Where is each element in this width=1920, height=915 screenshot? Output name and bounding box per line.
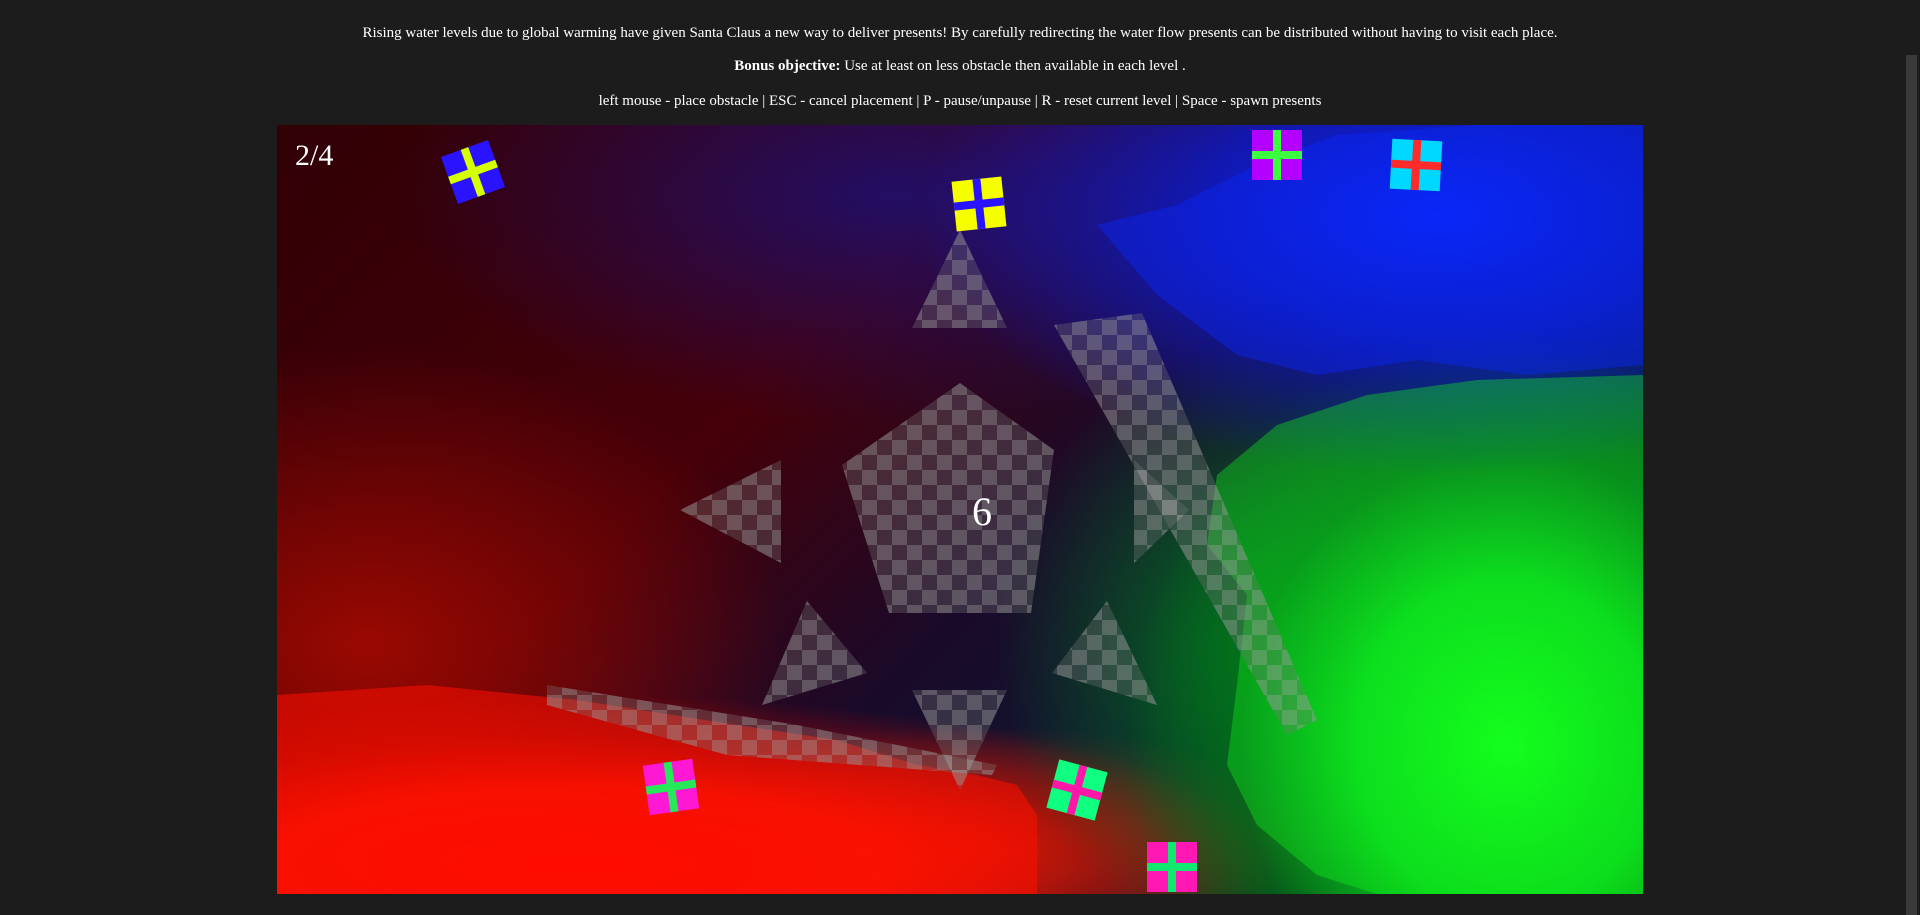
game-canvas[interactable]: 2/4 6	[277, 125, 1643, 894]
bonus-objective-text: Use at least on less obstacle then avail…	[840, 58, 1186, 74]
level-counter: 2/4	[295, 139, 334, 172]
blue-fluid-edge	[1097, 125, 1643, 375]
obstacle-left-triangle	[680, 460, 781, 563]
present-3	[1252, 130, 1302, 180]
present-ribbon	[1252, 151, 1302, 159]
bonus-objective-label: Bonus objective:	[734, 58, 841, 74]
obstacle-count: 6	[972, 489, 992, 534]
scrollbar-thumb[interactable]	[1906, 55, 1917, 915]
obstacle-top-triangle	[912, 230, 1007, 328]
obstacle-bottom-left-triangle	[762, 601, 867, 705]
controls-text: left mouse - place obstacle | ESC - canc…	[598, 93, 1322, 109]
page-scrollbar[interactable]	[1903, 0, 1920, 915]
present-5	[642, 758, 700, 816]
present-7	[1147, 842, 1197, 892]
obstacle-pentagon	[842, 383, 1054, 613]
bonus-objective: Bonus objective: Use at least on less ob…	[0, 57, 1920, 75]
present-2	[951, 176, 1007, 232]
present-ribbon	[1147, 863, 1197, 871]
description-text: Rising water levels due to global warmin…	[362, 25, 1558, 41]
obstacle-bottom-right-triangle	[1052, 601, 1157, 705]
present-4	[1389, 138, 1443, 192]
